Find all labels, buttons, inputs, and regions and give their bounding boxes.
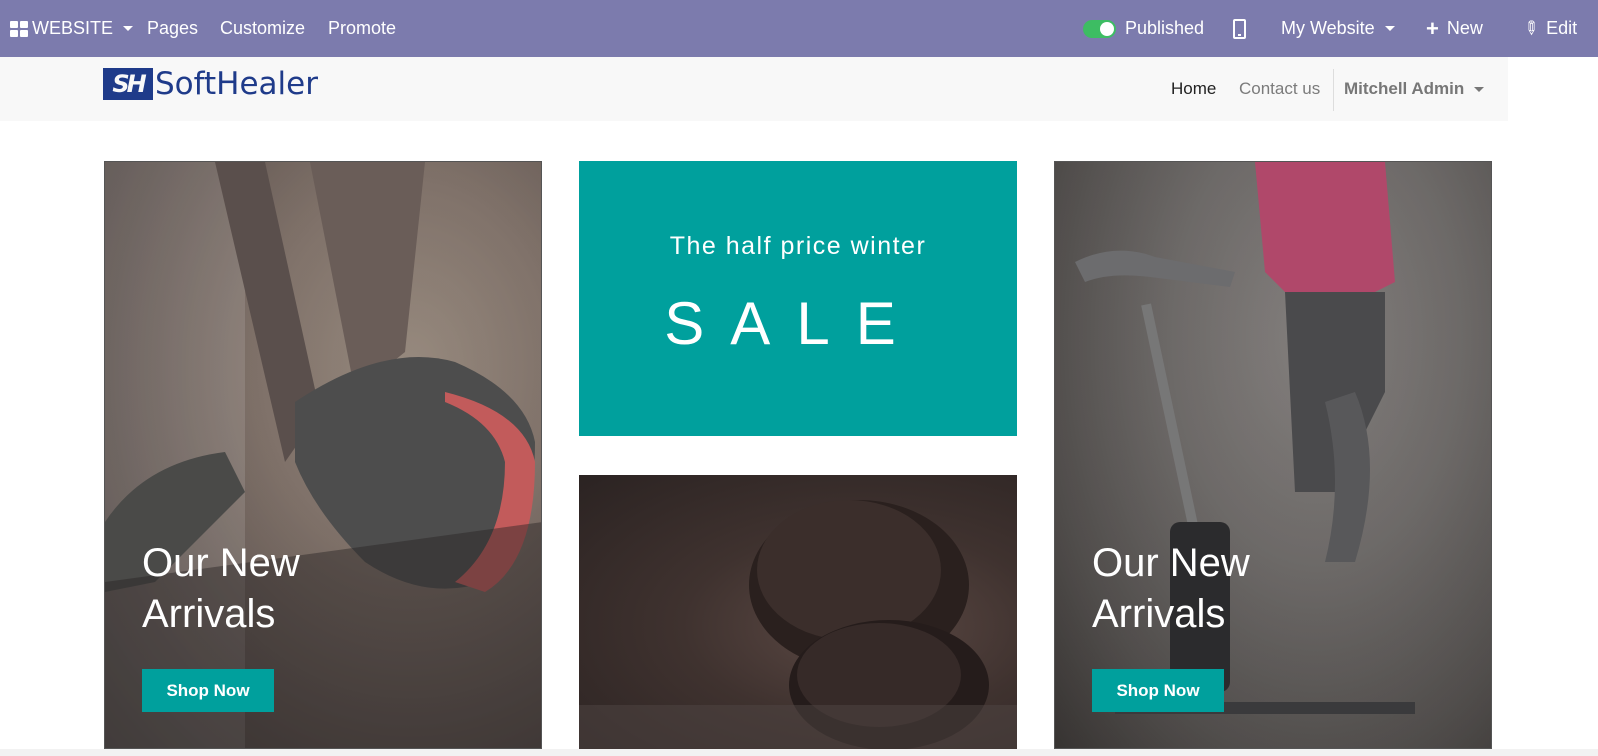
card-title-line2: Arrivals bbox=[1092, 592, 1226, 636]
boxing-gloves-card bbox=[579, 475, 1017, 749]
website-admin-bar: WEBSITE Pages Customize Promote Publishe… bbox=[0, 0, 1598, 57]
nav-contact-us[interactable]: Contact us bbox=[1239, 57, 1320, 121]
new-button[interactable]: + New bbox=[1426, 0, 1483, 57]
arrivals-card-left: Our New Arrivals Shop Now bbox=[104, 161, 542, 749]
nav-home[interactable]: Home bbox=[1171, 57, 1216, 121]
website-label: My Website bbox=[1281, 18, 1375, 38]
page-bottom-strip bbox=[0, 749, 1598, 756]
edit-button[interactable]: ✎ Edit bbox=[1518, 0, 1578, 57]
menu-pages[interactable]: Pages bbox=[147, 0, 198, 57]
app-label: WEBSITE bbox=[32, 18, 114, 38]
plus-icon: + bbox=[1426, 15, 1439, 41]
apps-grid-icon bbox=[10, 20, 28, 37]
new-label: New bbox=[1446, 18, 1483, 38]
card-title-line1: Our New bbox=[142, 541, 300, 585]
edit-label: Edit bbox=[1546, 18, 1578, 38]
nav-divider bbox=[1333, 69, 1334, 111]
pencil-icon: ✎ bbox=[1518, 15, 1544, 41]
sale-banner: The half price winter SALE bbox=[579, 161, 1017, 436]
treadmill-shoes-image bbox=[105, 162, 541, 748]
toggle-switch-icon bbox=[1083, 19, 1116, 38]
boxing-gloves-image bbox=[579, 500, 1017, 749]
sale-subtitle: The half price winter bbox=[669, 232, 927, 260]
menu-customize[interactable]: Customize bbox=[220, 0, 305, 57]
site-logo[interactable]: SH SoftHealer bbox=[103, 66, 318, 102]
my-website-dropdown[interactable]: My Website bbox=[1281, 0, 1395, 57]
chevron-down-icon bbox=[1474, 86, 1485, 92]
logo-text: SoftHealer bbox=[155, 66, 318, 102]
chevron-down-icon bbox=[1384, 26, 1395, 31]
shop-now-button[interactable]: Shop Now bbox=[142, 669, 274, 712]
website-app-menu[interactable]: WEBSITE bbox=[10, 0, 134, 57]
user-menu[interactable]: Mitchell Admin bbox=[1344, 57, 1485, 121]
mobile-icon bbox=[1233, 18, 1246, 39]
published-label: Published bbox=[1125, 18, 1205, 38]
card-title: Our New Arrivals bbox=[142, 538, 442, 640]
menu-promote[interactable]: Promote bbox=[328, 0, 396, 57]
site-header: SH SoftHealer Home Contact us Mitchell A… bbox=[0, 57, 1508, 121]
arrivals-card-right: Our New Arrivals Shop Now bbox=[1054, 161, 1492, 749]
sale-title: SALE bbox=[664, 290, 922, 357]
chevron-down-icon bbox=[123, 26, 134, 31]
published-toggle[interactable]: Published bbox=[1083, 0, 1204, 57]
user-name: Mitchell Admin bbox=[1344, 79, 1465, 98]
shop-now-button[interactable]: Shop Now bbox=[1092, 669, 1224, 712]
mobile-preview-button[interactable] bbox=[1233, 0, 1246, 57]
card-title-line2: Arrivals bbox=[142, 592, 276, 636]
card-title: Our New Arrivals bbox=[1092, 538, 1392, 640]
exercise-bike-image bbox=[1075, 162, 1415, 714]
card-title-line1: Our New bbox=[1092, 541, 1250, 585]
logo-mark: SH bbox=[103, 68, 153, 100]
